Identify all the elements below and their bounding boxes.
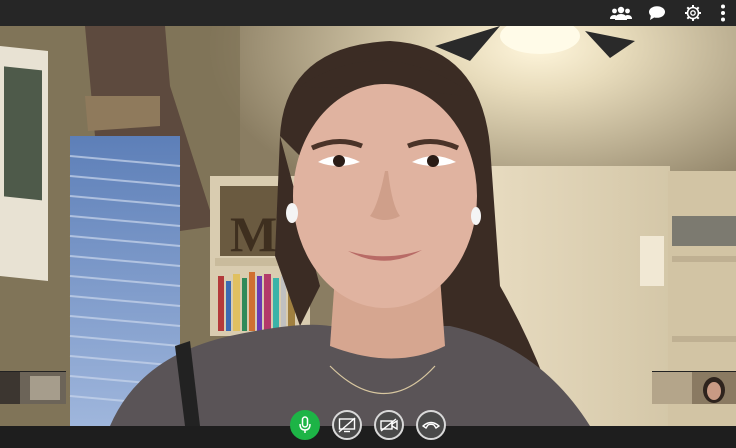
chat-button[interactable] [646,2,668,24]
settings-button[interactable] [682,2,704,24]
camera-button[interactable] [374,410,404,440]
thumbnail-video-left [0,372,66,404]
participants-icon [610,6,632,20]
call-controls [0,410,736,442]
top-toolbar-icons [610,0,728,26]
microphone-icon [299,416,311,433]
more-options-button[interactable] [718,2,728,24]
participant-thumbnail-left[interactable] [0,371,66,404]
video-frame: M [0,26,736,426]
thumbnail-video-right [652,372,736,404]
chat-icon [649,6,665,20]
settings-icon [685,5,701,21]
phone-hangup-icon [422,421,440,429]
main-video-feed: M [0,26,736,426]
hang-up-button[interactable] [416,410,446,440]
participant-thumbnail-right[interactable] [652,371,736,404]
camera-off-icon [380,418,398,432]
participants-button[interactable] [610,2,632,24]
screen-share-button[interactable] [332,410,362,440]
screen-share-off-icon [338,417,356,433]
top-toolbar [0,0,736,26]
shelf-letter-decor: M [230,206,277,262]
call-control-bar [0,410,736,448]
more-options-icon [721,4,725,22]
microphone-button[interactable] [290,410,320,440]
